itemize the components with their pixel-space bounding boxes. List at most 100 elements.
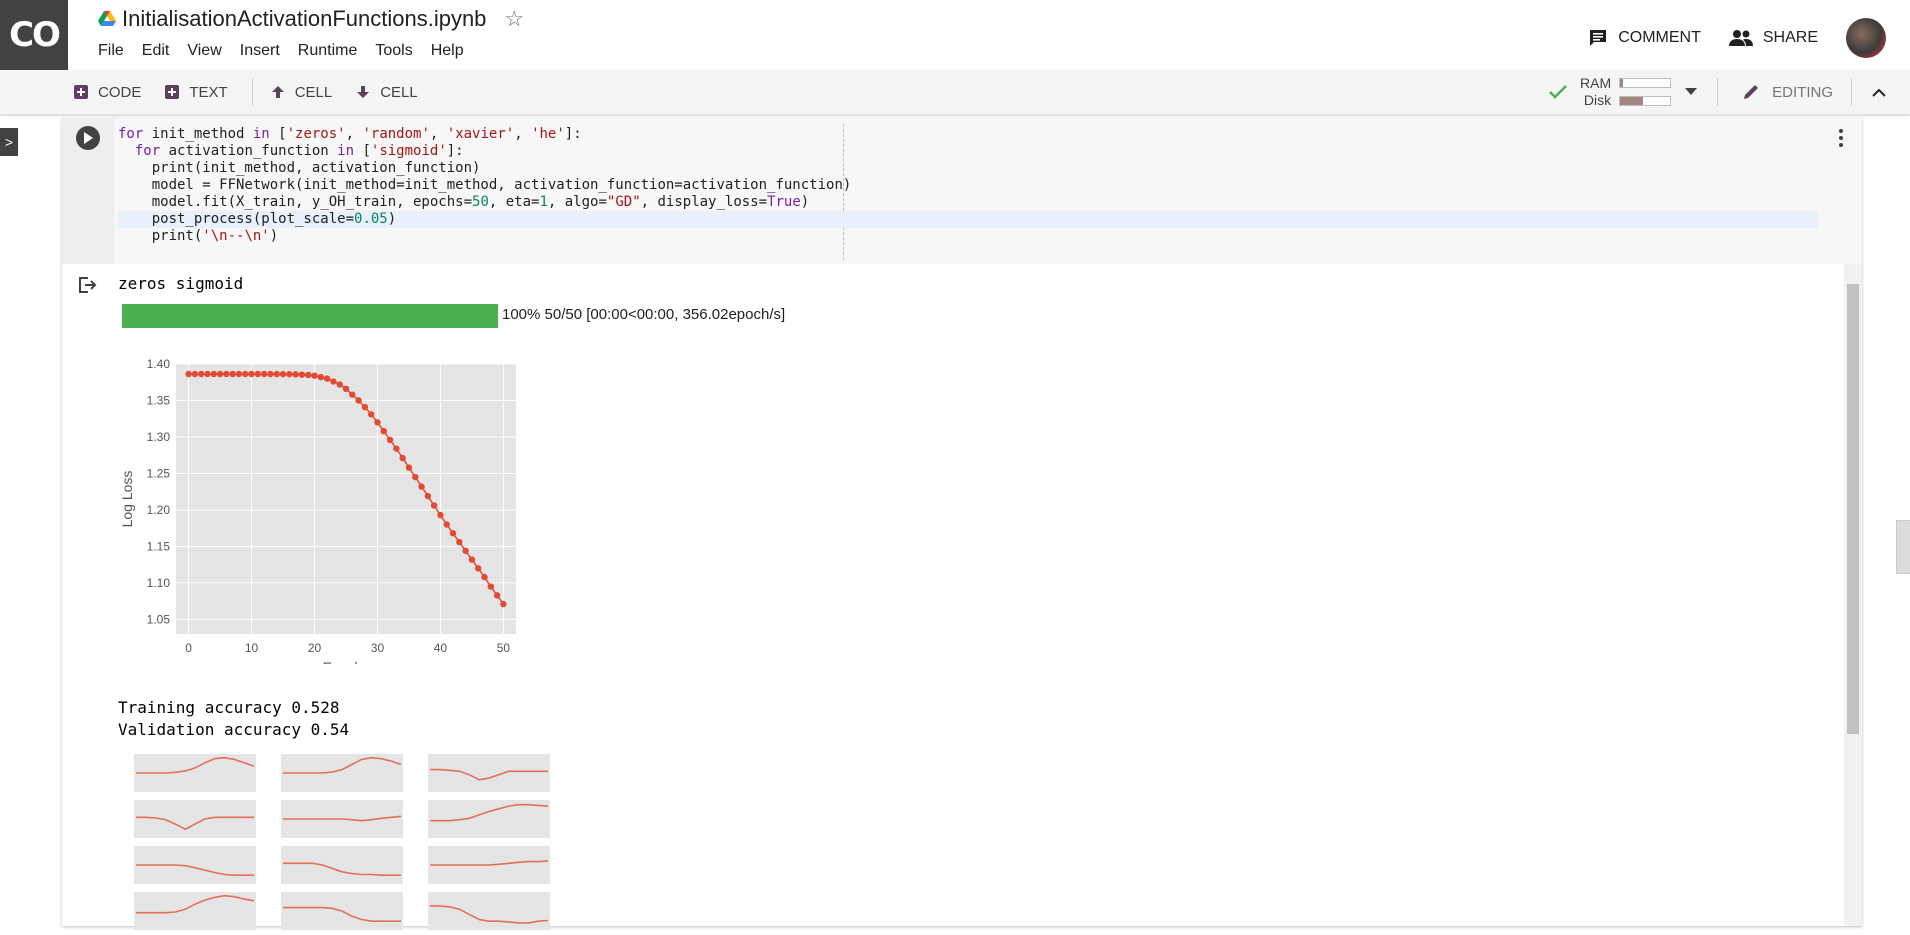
weight-plot-line — [283, 906, 401, 922]
header-actions: COMMENT SHARE — [1560, 18, 1886, 58]
share-label: SHARE — [1762, 29, 1818, 46]
weight-plot-svg — [430, 860, 549, 866]
loss-point — [223, 370, 230, 378]
output-header-line: zeros sigmoid — [118, 274, 244, 293]
weight-plot-svg — [283, 862, 401, 876]
menu-file[interactable]: File — [98, 42, 124, 60]
weight-plot-svg — [430, 768, 548, 781]
loss-point — [418, 483, 425, 490]
loss-point — [235, 370, 243, 378]
share-button[interactable]: SHARE — [1728, 29, 1818, 47]
logo-text: CO — [9, 15, 61, 55]
menu-edit[interactable]: Edit — [142, 42, 170, 60]
comment-label: COMMENT — [1618, 29, 1701, 46]
loss-point — [449, 530, 457, 537]
more-vert-icon[interactable] — [1838, 128, 1844, 148]
code-line: model.fit(X_train, y_OH_train, epochs=50… — [118, 194, 810, 210]
loss-point — [405, 464, 413, 471]
weight-plot-line — [283, 756, 402, 774]
x-tick-label: 30 — [371, 641, 385, 655]
toolbar-divider — [251, 78, 253, 106]
loss-point — [462, 547, 469, 555]
add-text-label: TEXT — [189, 83, 228, 101]
output-scrollbar[interactable] — [1844, 264, 1862, 926]
code-line: post_process(plot_scale=0.05) — [118, 211, 1818, 228]
weight-plot — [428, 846, 550, 884]
toolbar-divider — [1717, 78, 1719, 106]
toolbar: CODE TEXT CELL CELL RAM Disk EDITING — [0, 70, 1910, 115]
menu-insert[interactable]: Insert — [240, 42, 280, 60]
arrow-down-icon — [357, 86, 370, 98]
colab-logo[interactable]: CO — [0, 0, 68, 70]
move-cell-down-button[interactable]: CELL — [356, 84, 418, 101]
menu-view[interactable]: View — [187, 42, 221, 60]
loss-point — [399, 454, 406, 462]
add-code-label: CODE — [98, 83, 142, 101]
weight-plot-svg — [430, 905, 549, 924]
weight-plot-line — [283, 862, 401, 876]
y-tick-label: 1.20 — [147, 503, 171, 517]
progress-bar — [122, 304, 498, 328]
progress-bar-fill — [122, 304, 498, 328]
move-cell-up-button[interactable]: CELL — [271, 84, 332, 101]
run-cell-button[interactable] — [76, 126, 100, 150]
weight-plot-line — [136, 756, 255, 774]
ram-meter-fill — [1620, 79, 1623, 87]
star-icon[interactable]: ☆ — [504, 6, 524, 32]
code-editor[interactable]: for init_method in ['zeros', 'random', '… — [118, 126, 1818, 245]
toolbar-divider — [1851, 78, 1852, 106]
loss-point — [260, 370, 268, 378]
editing-mode-button[interactable]: EDITING — [1742, 83, 1833, 101]
x-axis-label: Epochs — [323, 659, 370, 664]
weight-plot — [428, 800, 550, 838]
x-tick-label: 10 — [245, 641, 259, 655]
user-avatar[interactable] — [1846, 18, 1886, 58]
menu-tools[interactable]: Tools — [375, 42, 412, 60]
loss-point — [393, 445, 400, 452]
y-axis-label: Log Loss — [119, 471, 135, 528]
output-scrollbar-thumb[interactable] — [1847, 284, 1859, 734]
weight-plot — [428, 754, 550, 792]
y-tick-label: 1.15 — [147, 539, 171, 553]
x-tick-label: 40 — [434, 641, 448, 655]
loss-point — [367, 411, 375, 418]
loss-point — [248, 370, 255, 378]
weight-plot-line — [430, 905, 549, 924]
weight-plot — [134, 800, 256, 838]
add-text-button[interactable]: TEXT — [165, 83, 228, 101]
weight-plot — [134, 754, 256, 792]
chevron-up-icon[interactable] — [1872, 88, 1886, 97]
output-exit-icon[interactable] — [78, 276, 98, 294]
ram-label: RAM — [1580, 75, 1612, 91]
loss-point — [323, 375, 331, 382]
sidebar-toggle-button[interactable]: > — [0, 128, 18, 156]
loss-point — [242, 370, 249, 378]
cell-output: zeros sigmoid 100% 50/50 [00:00<00:00, 3… — [62, 264, 1862, 930]
disk-meter — [1619, 96, 1672, 106]
page-scrollbar-thumb[interactable] — [1896, 520, 1910, 574]
notebook-title[interactable]: InitialisationActivationFunctions.ipynb — [122, 6, 486, 32]
loss-point — [443, 521, 450, 528]
loss-point — [456, 538, 463, 546]
y-tick-label: 1.25 — [147, 466, 171, 480]
menu-help[interactable]: Help — [431, 42, 464, 60]
y-tick-label: 1.35 — [147, 393, 171, 407]
loss-point — [336, 381, 343, 388]
dropdown-caret-icon[interactable] — [1685, 88, 1698, 96]
loss-point — [355, 397, 362, 404]
weight-plot-line — [136, 894, 255, 914]
weight-plot-line — [136, 816, 254, 831]
x-tick-label: 50 — [497, 641, 511, 655]
y-tick-label: 1.30 — [147, 430, 171, 444]
weight-plot — [281, 800, 403, 838]
resource-meters[interactable] — [1619, 78, 1672, 106]
loss-point — [317, 373, 325, 381]
comment-button[interactable]: COMMENT — [1588, 28, 1701, 48]
code-cell[interactable]: for init_method in ['zeros', 'random', '… — [62, 118, 1862, 930]
menu-runtime[interactable]: Runtime — [298, 42, 358, 60]
loss-point — [305, 371, 312, 379]
add-code-button[interactable]: CODE — [74, 84, 141, 101]
toolbar-left: CODE TEXT CELL CELL — [74, 70, 442, 114]
loss-point — [185, 370, 192, 378]
google-drive-icon — [98, 11, 116, 26]
